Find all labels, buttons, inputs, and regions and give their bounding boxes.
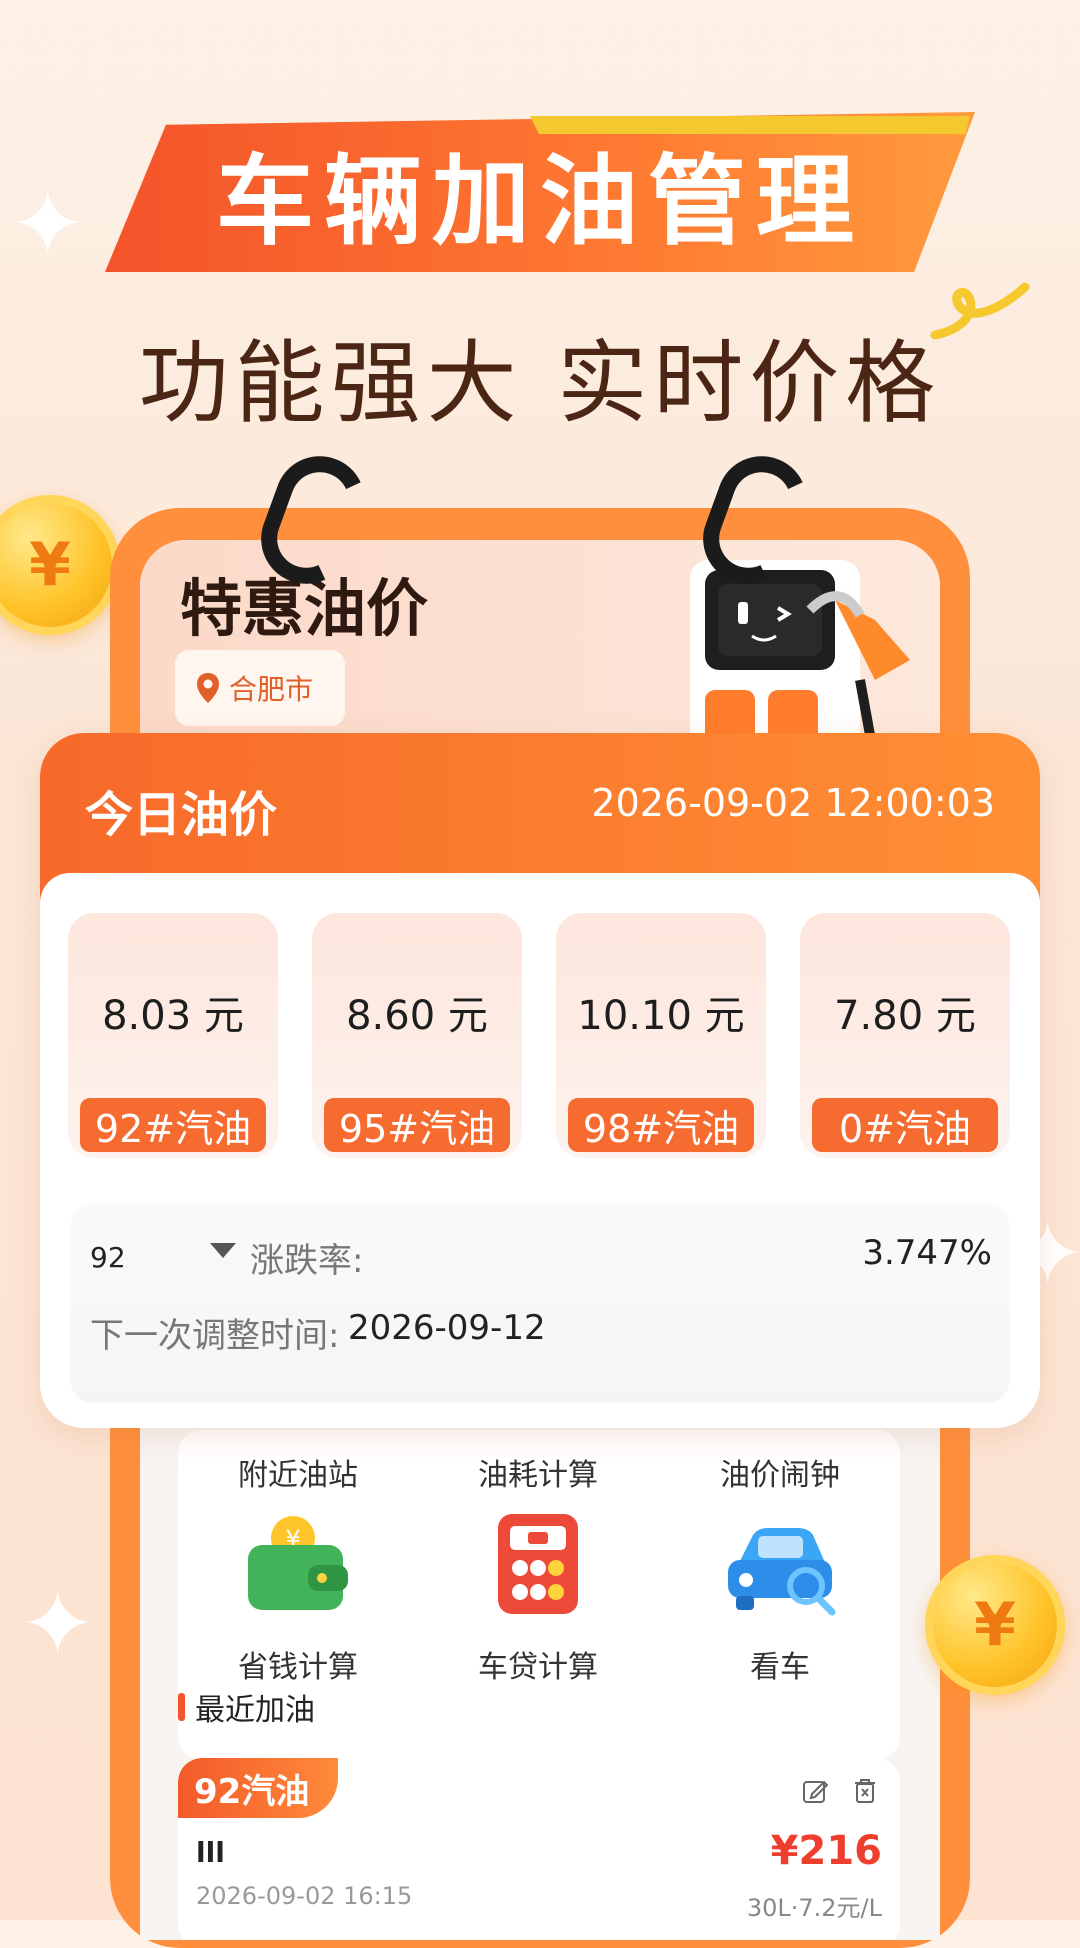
location-label: 合肥市 [229, 673, 314, 706]
fuel-label: 92#汽油 [80, 1098, 266, 1152]
record-date: 2026-09-02 16:15 [196, 1882, 413, 1910]
today-price-card: 今日油价 2026-09-02 12:00:03 8.03 元 92#汽油 8.… [40, 733, 1040, 1428]
rate-info-box: 92 涨跌率: 3.747% 下一次调整时间: 2026-09-12 [70, 1203, 1010, 1403]
fuel-price-tile[interactable]: 8.60 元 95#汽油 [312, 913, 522, 1158]
rate-fuel-code[interactable]: 92 [90, 1241, 126, 1274]
fuel-price: 8.03 元 [102, 993, 244, 1039]
fuel-price-tile[interactable]: 8.03 元 92#汽油 [68, 913, 278, 1158]
location-pin-icon [197, 673, 219, 703]
record-detail: 30L·7.2元/L [746, 1894, 882, 1922]
sparkle-decoration: ✦ [10, 172, 86, 277]
next-adjust-value: 2026-09-12 [348, 1308, 546, 1348]
promo-headline: 车辆加油管理 [215, 145, 864, 259]
squiggle-decoration [930, 282, 1030, 340]
wallet-icon[interactable]: ¥ [238, 1510, 358, 1620]
fueling-record-card[interactable]: 92汽油 lll 2026-09-02 16:15 ¥216 30L·7.2元/… [178, 1758, 900, 1940]
price-update-time: 2026-09-02 12:00:03 [591, 781, 995, 825]
tool-price-alarm[interactable]: 油价闹钟 [660, 1450, 900, 1494]
fuel-price: 8.60 元 [346, 993, 488, 1039]
promo-subheadline: 功能强大 实时价格 [138, 331, 942, 436]
coin-icon: ¥ [0, 495, 120, 635]
rate-value: 3.747% [862, 1233, 992, 1273]
fuel-price-tile[interactable]: 7.80 元 0#汽油 [800, 913, 1010, 1158]
location-selector[interactable]: 合肥市 [175, 650, 345, 726]
dropdown-arrow-icon[interactable] [210, 1243, 236, 1258]
fuel-label: 95#汽油 [324, 1098, 510, 1152]
price-card-title: 今日油价 [85, 787, 278, 843]
tool-fuel-consumption[interactable]: 油耗计算 [418, 1450, 658, 1494]
tool-nearby-stations[interactable]: 附近油站 [178, 1450, 418, 1494]
section-title: 最近加油 [195, 1693, 315, 1728]
tool-savings-calc[interactable]: 省钱计算 [178, 1642, 418, 1686]
section-accent-bar [178, 1693, 185, 1721]
fuel-label: 98#汽油 [568, 1098, 754, 1152]
fuel-price: 10.10 元 [577, 993, 745, 1039]
tool-view-cars[interactable]: 看车 [660, 1642, 900, 1686]
car-search-icon[interactable] [718, 1510, 838, 1620]
next-adjust-label: 下一次调整时间: [90, 1316, 340, 1356]
rate-label: 涨跌率: [250, 1241, 364, 1281]
record-name: lll [196, 1836, 225, 1869]
record-amount: ¥216 [770, 1828, 882, 1874]
fuel-price-tile[interactable]: 10.10 元 98#汽油 [556, 913, 766, 1158]
sparkle-decoration: ✦ [20, 1572, 96, 1677]
edit-icon[interactable] [800, 1776, 830, 1806]
fuel-price: 7.80 元 [834, 993, 976, 1039]
recent-fueling-section: 最近加油 [178, 1685, 315, 1729]
tool-car-loan-calc[interactable]: 车贷计算 [418, 1642, 658, 1686]
fuel-label: 0#汽油 [812, 1098, 998, 1152]
fuel-type-tag: 92汽油 [178, 1758, 338, 1818]
calculator-icon[interactable] [478, 1510, 598, 1620]
price-card-body: 8.03 元 92#汽油 8.60 元 95#汽油 10.10 元 98#汽油 … [40, 873, 1040, 1428]
coin-icon: ¥ [925, 1555, 1065, 1695]
delete-icon[interactable] [850, 1776, 880, 1806]
